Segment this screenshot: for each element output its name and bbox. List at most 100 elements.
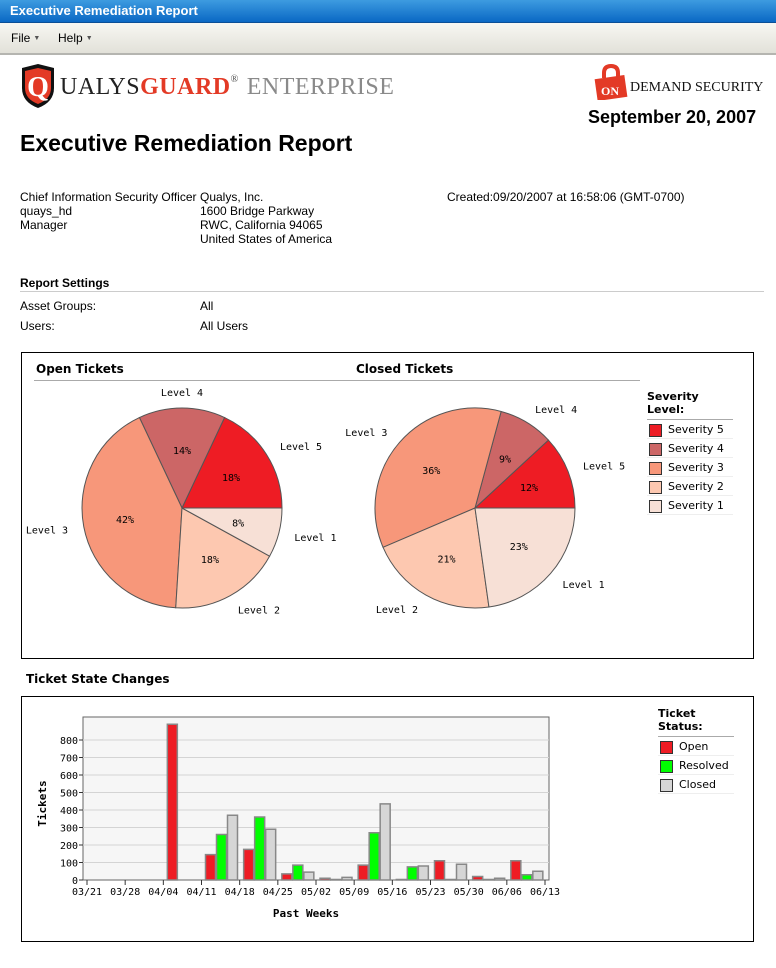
lock-icon: ON bbox=[594, 64, 628, 100]
ticket-state-panel: 0 100 200 300 400 500 600 700 800 03/21 03/28 04/04… bbox=[21, 696, 754, 942]
setting-label-asset-groups: Asset Groups: bbox=[20, 299, 97, 313]
ticket-legend-item: Resolved bbox=[658, 756, 734, 775]
shield-icon: Q bbox=[22, 64, 54, 108]
bar-resolved-05-30 bbox=[482, 878, 495, 881]
bar-resolved-05-23 bbox=[444, 878, 457, 881]
severity-legend-item: Severity 1 bbox=[647, 496, 733, 515]
company-city: RWC, California 94065 bbox=[200, 218, 323, 232]
menu-bar: File ▼ Help ▼ bbox=[0, 23, 776, 55]
legend-label: Resolved bbox=[679, 759, 729, 772]
x-tick-label: 03/28 bbox=[110, 887, 140, 898]
x-tick-label: 05/16 bbox=[377, 887, 407, 898]
pie-percent-label: 9% bbox=[499, 454, 511, 465]
pie-percent-label: 21% bbox=[437, 555, 455, 566]
report-date: September 20, 2007 bbox=[588, 107, 757, 127]
legend-swatch bbox=[649, 443, 662, 456]
bar-closed-04-25 bbox=[303, 871, 315, 881]
legend-label: Closed bbox=[679, 778, 716, 791]
bar-resolved-05-16 bbox=[406, 866, 419, 881]
bar-resolved-04-18 bbox=[253, 816, 266, 881]
logo-guard: GUARD bbox=[140, 74, 231, 100]
x-tick-label: 04/11 bbox=[186, 887, 216, 898]
pie-percent-label: 42% bbox=[116, 515, 134, 526]
severity-legend-item: Severity 4 bbox=[647, 439, 733, 458]
severity-legend-title: Severity Level: bbox=[647, 390, 733, 420]
ticket-legend-item: Closed bbox=[658, 775, 734, 794]
y-tick-label: 300 bbox=[60, 824, 78, 835]
severity-legend-item: Severity 3 bbox=[647, 458, 733, 477]
x-tick-label: 04/18 bbox=[225, 887, 255, 898]
bar-closed-05-23 bbox=[455, 863, 468, 881]
legend-label: Open bbox=[679, 740, 709, 753]
legend-swatch bbox=[660, 779, 673, 792]
bar-open-05-16 bbox=[395, 878, 408, 881]
open-tickets-pie: 18% Level 5 14% Level 4 42% Level 3 18% Level 2… bbox=[26, 388, 337, 617]
y-tick-label: 600 bbox=[60, 771, 78, 782]
menu-file[interactable]: File ▼ bbox=[11, 31, 40, 45]
bar-open-04-11 bbox=[204, 853, 217, 881]
setting-value-asset-groups: All bbox=[200, 299, 214, 313]
y-tick-label: 200 bbox=[60, 841, 78, 852]
bar-resolved-06-06 bbox=[521, 874, 533, 881]
severity-legend-item: Severity 2 bbox=[647, 477, 733, 496]
window-title: Executive Remediation Report bbox=[10, 3, 198, 18]
logo-enterprise: ENTERPRISE bbox=[246, 74, 395, 100]
bar-resolved-04-11 bbox=[215, 833, 228, 881]
setting-value-users: All Users bbox=[200, 319, 249, 333]
ticket-status-legend: Ticket Status: Open Resolved Closed bbox=[658, 707, 734, 794]
logo-ualys: UALYS bbox=[60, 74, 141, 100]
legend-swatch bbox=[649, 424, 662, 437]
legend-swatch bbox=[660, 760, 673, 773]
chevron-down-icon: ▼ bbox=[33, 35, 41, 42]
logo-registered: ® bbox=[230, 74, 239, 85]
svg-text:Q: Q bbox=[27, 72, 49, 103]
bar-open-05-09 bbox=[357, 864, 369, 881]
x-tick-label: 05/02 bbox=[301, 887, 331, 898]
x-tick-label: 05/09 bbox=[339, 887, 369, 898]
ticket-state-changes-heading: Ticket State Changes bbox=[26, 672, 170, 686]
user-info: Chief Information Security Officer quays… bbox=[20, 190, 197, 232]
plot-area bbox=[82, 716, 550, 881]
y-tick-label: 700 bbox=[60, 754, 78, 765]
menu-help-label: Help bbox=[58, 31, 83, 45]
pie-percent-label: 23% bbox=[510, 542, 528, 553]
pie-category-label: Level 4 bbox=[161, 388, 203, 399]
legend-label: Severity 1 bbox=[668, 499, 724, 512]
pie-percent-label: 36% bbox=[422, 466, 440, 477]
pie-category-label: Level 4 bbox=[535, 405, 577, 416]
y-tick-label: 800 bbox=[60, 736, 78, 747]
chevron-down-icon: ▼ bbox=[85, 35, 93, 42]
y-tick-label: 100 bbox=[60, 859, 78, 870]
user-title: Chief Information Security Officer bbox=[20, 190, 197, 204]
pie-percent-label: 18% bbox=[201, 555, 219, 566]
legend-swatch bbox=[649, 481, 662, 494]
legend-label: Severity 4 bbox=[668, 442, 724, 455]
bar-resolved-05-09 bbox=[368, 832, 380, 881]
pie-category-label: Level 5 bbox=[280, 442, 322, 453]
x-axis-label: Past Weeks bbox=[273, 907, 339, 920]
x-tick-label: 06/13 bbox=[530, 887, 560, 898]
company-street: 1600 Bridge Parkway bbox=[200, 204, 315, 218]
bar-closed-05-09 bbox=[379, 803, 391, 881]
bar-closed-04-11 bbox=[226, 814, 239, 881]
closed-tickets-pie: 12% Level 5 9% Level 4 36% Level 3 21% Level 2 2… bbox=[345, 405, 625, 616]
y-tick-label: 0 bbox=[72, 876, 78, 887]
divider bbox=[20, 291, 764, 292]
legend-swatch bbox=[649, 500, 662, 513]
menu-help[interactable]: Help ▼ bbox=[58, 31, 93, 45]
bar-closed-06-06 bbox=[532, 870, 544, 881]
pie-percent-label: 12% bbox=[520, 483, 538, 494]
x-tick-label: 03/21 bbox=[72, 887, 102, 898]
pie-percent-label: 8% bbox=[232, 518, 244, 529]
legend-label: Severity 2 bbox=[668, 480, 724, 493]
y-tick-label: 500 bbox=[60, 789, 78, 800]
pie-category-label: Level 3 bbox=[26, 526, 68, 537]
open-tickets-title: Open Tickets bbox=[36, 362, 124, 376]
ods-text: DEMAND SECURITY bbox=[630, 80, 764, 95]
company-country: United States of America bbox=[200, 232, 333, 246]
report-title: Executive Remediation Report bbox=[20, 130, 353, 156]
severity-legend-item: Severity 5 bbox=[647, 420, 733, 439]
pie-category-label: Level 3 bbox=[345, 428, 387, 439]
report-settings-heading: Report Settings bbox=[20, 276, 110, 290]
company-info: Qualys, Inc. 1600 Bridge Parkway RWC, Ca… bbox=[200, 190, 332, 246]
